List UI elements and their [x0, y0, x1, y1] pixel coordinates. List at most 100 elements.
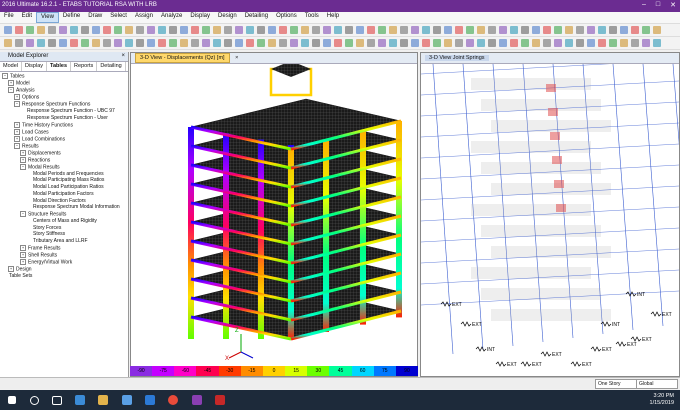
toolbar-tool-icon[interactable]	[543, 39, 551, 47]
toolbar-tool-icon[interactable]	[433, 26, 441, 34]
search-icon[interactable]	[30, 396, 39, 405]
tree-node[interactable]: Response Spectrum Function - User	[0, 115, 128, 122]
toolbar-tool-icon[interactable]	[213, 39, 221, 47]
collapse-icon[interactable]: −	[2, 73, 8, 79]
toolbar-tool-icon[interactable]	[180, 39, 188, 47]
toolbar-tool-icon[interactable]	[147, 39, 155, 47]
toolbar-tool-icon[interactable]	[411, 26, 419, 34]
tree-node[interactable]: + Design	[0, 265, 128, 273]
coord-select[interactable]: Global	[636, 379, 678, 389]
toolbar-tool-icon[interactable]	[114, 26, 122, 34]
collapse-icon[interactable]: −	[14, 142, 20, 149]
toolbar-tool-icon[interactable]	[37, 26, 45, 34]
toolbar-tool-icon[interactable]	[312, 39, 320, 47]
toolbar-tool-icon[interactable]	[323, 26, 331, 34]
toolbar-tool-icon[interactable]	[587, 26, 595, 34]
toolbar-tool-icon[interactable]	[587, 39, 595, 47]
menu-detailing[interactable]: Detailing	[241, 12, 272, 23]
menu-select[interactable]: Select	[106, 12, 131, 23]
menu-define[interactable]: Define	[59, 12, 84, 23]
toolbar-tool-icon[interactable]	[499, 39, 507, 47]
toolbar-tool-icon[interactable]	[631, 39, 639, 47]
toolbar-tool-icon[interactable]	[543, 26, 551, 34]
tree-node[interactable]: + Load Cases	[0, 128, 128, 136]
menu-help[interactable]: Help	[323, 12, 343, 23]
toolbar-tool-icon[interactable]	[290, 26, 298, 34]
toolbar-tool-icon[interactable]	[609, 26, 617, 34]
tree-node[interactable]: Response Spectrum Function - UBC 97	[0, 108, 128, 115]
toolbar-tool-icon[interactable]	[444, 39, 452, 47]
toolbar-tool-icon[interactable]	[26, 26, 34, 34]
tree-node[interactable]: Response Spectrum Modal Information	[0, 204, 128, 211]
mail-icon[interactable]	[122, 395, 132, 405]
toolbar-tool-icon[interactable]	[433, 39, 441, 47]
tree-node[interactable]: Modal Periods and Frequencies	[0, 171, 128, 178]
toolbar-tool-icon[interactable]	[70, 39, 78, 47]
toolbar-tool-icon[interactable]	[334, 39, 342, 47]
menu-draw[interactable]: Draw	[84, 12, 106, 23]
collapse-icon[interactable]: −	[8, 87, 14, 94]
tree-node[interactable]: + Time History Functions	[0, 121, 128, 129]
toolbar-tool-icon[interactable]	[59, 39, 67, 47]
edge-icon[interactable]	[75, 395, 85, 405]
explorer-tab-detailing[interactable]: Detailing	[97, 62, 126, 71]
toolbar-tool-icon[interactable]	[125, 39, 133, 47]
toolbar-tool-icon[interactable]	[37, 39, 45, 47]
toolbar-tool-icon[interactable]	[532, 26, 540, 34]
toolbar-tool-icon[interactable]	[653, 26, 661, 34]
story-select[interactable]: One Story	[595, 379, 637, 389]
view-tab-joint-springs[interactable]: 3-D View Joint Springs	[425, 55, 489, 61]
toolbar-tool-icon[interactable]	[15, 39, 23, 47]
toolbar-tool-icon[interactable]	[48, 26, 56, 34]
tree-node[interactable]: − Results	[0, 142, 128, 150]
toolbar-tool-icon[interactable]	[400, 26, 408, 34]
explorer-tab-tables[interactable]: Tables	[47, 62, 72, 71]
file-explorer-icon[interactable]	[98, 395, 108, 405]
tree-node[interactable]: Modal Participating Mass Ratios	[0, 177, 128, 184]
toolbar-tool-icon[interactable]	[554, 39, 562, 47]
collapse-icon[interactable]: −	[20, 211, 26, 217]
tree-node[interactable]: − Tables	[0, 73, 128, 80]
menu-view[interactable]: View	[36, 12, 59, 23]
toolbar-tool-icon[interactable]	[609, 39, 617, 47]
etabs-icon[interactable]	[192, 395, 202, 405]
tree-node[interactable]: + Load Combinations	[0, 135, 128, 143]
menu-options[interactable]: Options	[272, 12, 301, 23]
toolbar-tool-icon[interactable]	[620, 39, 628, 47]
toolbar-tool-icon[interactable]	[301, 26, 309, 34]
tree-node[interactable]: Tributary Area and LLRF	[0, 238, 128, 245]
toolbar-tool-icon[interactable]	[312, 26, 320, 34]
toolbar-tool-icon[interactable]	[576, 39, 584, 47]
tree-node[interactable]: − Structure Results	[0, 211, 128, 218]
tree-node[interactable]: Centers of Mass and Rigidity	[0, 218, 128, 225]
springs-3d-canvas[interactable]: EXT INT INT EXT EXT INT EXT EXT EXT EXT EXT EXT EXT	[420, 59, 680, 377]
toolbar-tool-icon[interactable]	[202, 26, 210, 34]
toolbar-tool-icon[interactable]	[521, 39, 529, 47]
toolbar-tool-icon[interactable]	[488, 26, 496, 34]
toolbar-tool-icon[interactable]	[378, 26, 386, 34]
toolbar-tool-icon[interactable]	[521, 26, 529, 34]
tree-node[interactable]: + Energy/Virtual Work	[0, 258, 128, 266]
store-icon[interactable]	[145, 395, 155, 405]
toolbar-tool-icon[interactable]	[345, 39, 353, 47]
model-3d-canvas[interactable]: Z X	[131, 61, 417, 377]
toolbar-tool-icon[interactable]	[81, 39, 89, 47]
toolbar-tool-icon[interactable]	[510, 39, 518, 47]
toolbar-tool-icon[interactable]	[653, 39, 661, 47]
maximize-button[interactable]: □	[656, 1, 660, 9]
toolbar-tool-icon[interactable]	[246, 39, 254, 47]
toolbar-tool-icon[interactable]	[103, 26, 111, 34]
tree-node[interactable]: + Reactions	[0, 156, 128, 164]
toolbar-tool-icon[interactable]	[26, 39, 34, 47]
toolbar-tool-icon[interactable]	[477, 26, 485, 34]
toolbar-tool-icon[interactable]	[532, 39, 540, 47]
tree-node[interactable]: Modal Direction Factors	[0, 198, 128, 205]
toolbar-tool-icon[interactable]	[114, 39, 122, 47]
expand-icon[interactable]: +	[20, 258, 26, 265]
close-icon[interactable]: ×	[121, 52, 125, 61]
tree-node[interactable]: − Analysis	[0, 87, 128, 94]
toolbar-tool-icon[interactable]	[422, 39, 430, 47]
expand-icon[interactable]: +	[20, 149, 26, 156]
tree-node[interactable]: − Response Spectrum Functions	[0, 101, 128, 108]
expand-icon[interactable]: +	[20, 244, 26, 251]
